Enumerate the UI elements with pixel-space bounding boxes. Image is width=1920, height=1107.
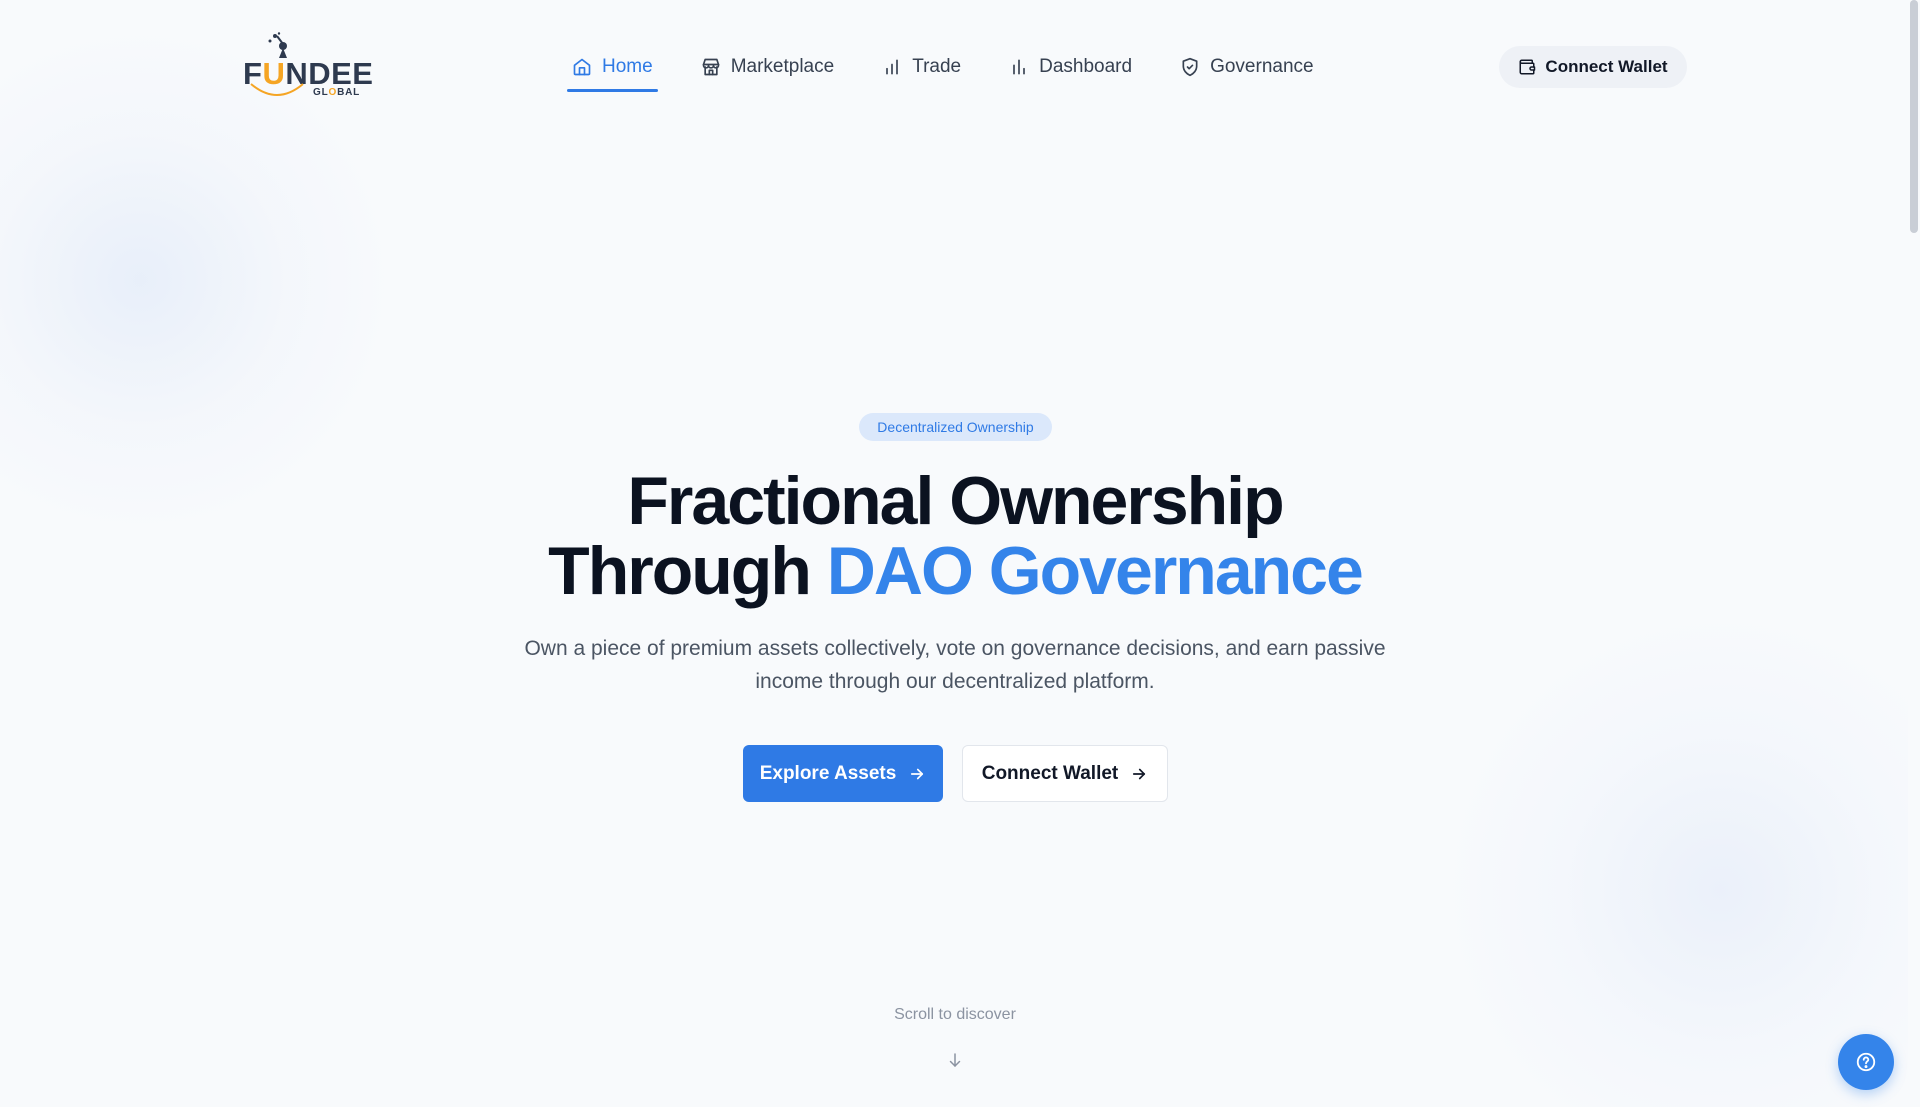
nav-item-label: Trade (912, 56, 962, 77)
hero-title: Fractional Ownership Through DAO Governa… (460, 466, 1450, 606)
scrollbar-thumb[interactable] (1910, 0, 1918, 233)
hero-subtitle-line1: Own a piece of premium assets collective… (524, 637, 1386, 660)
arrow-right-icon (1133, 768, 1146, 779)
header: FUNDEE GLOBAL Home Marketplace Trade Das… (0, 0, 1920, 134)
hero-subtitle: Own a piece of premium assets collective… (520, 632, 1390, 698)
explore-assets-button[interactable]: Explore Assets (743, 745, 943, 802)
nav-item-dashboard[interactable]: Dashboard (1004, 44, 1137, 90)
main-nav: Home Marketplace Trade Dashboard Governa… (567, 44, 1357, 92)
bar-chart-icon (1013, 59, 1025, 75)
logo[interactable]: FUNDEE GLOBAL (243, 32, 373, 102)
nav-item-home[interactable]: Home (567, 44, 658, 92)
wallet-icon (1519, 59, 1536, 75)
store-icon (702, 58, 720, 76)
shield-check-icon (1182, 57, 1198, 77)
nav-item-trade[interactable]: Trade (877, 44, 966, 90)
logo-smile-icon (250, 83, 304, 96)
help-button[interactable] (1838, 1034, 1894, 1090)
arrow-right-icon (911, 768, 924, 779)
arrow-down-icon[interactable] (946, 1049, 964, 1071)
scroll-hint: Scroll to discover (894, 1006, 1016, 1023)
home-icon (573, 58, 591, 76)
hero-subtitle-line2: income through our decentralized platfor… (755, 670, 1155, 693)
hero-title-line2-plain: Through (548, 533, 827, 609)
connect-wallet-hero-label: Connect Wallet (981, 762, 1119, 784)
connect-wallet-button-header[interactable]: Connect Wallet (1499, 46, 1687, 88)
nav-item-label: Marketplace (730, 56, 835, 77)
logo-subtitle: GLOBAL (313, 87, 361, 98)
nav-item-label: Governance (1210, 56, 1314, 77)
connect-wallet-label: Connect Wallet (1545, 57, 1668, 76)
hero-title-accent: DAO Governance (826, 533, 1364, 609)
nav-item-label: Dashboard (1039, 56, 1133, 77)
connect-wallet-button-hero[interactable]: Connect Wallet (962, 745, 1168, 802)
explore-assets-label: Explore Assets (759, 762, 897, 784)
nav-item-label: Home (602, 56, 653, 77)
hero-title-line1: Fractional Ownership (627, 463, 1284, 539)
help-circle-icon (1856, 1052, 1876, 1072)
nav-item-marketplace[interactable]: Marketplace (696, 44, 840, 90)
nav-item-governance[interactable]: Governance (1175, 44, 1319, 90)
hero-badge: Decentralized Ownership (859, 413, 1052, 441)
page: FUNDEE GLOBAL Home Marketplace Trade Das… (0, 0, 1920, 1107)
background-glow-right (1420, 620, 1920, 1107)
bar-chart-icon (886, 59, 899, 75)
